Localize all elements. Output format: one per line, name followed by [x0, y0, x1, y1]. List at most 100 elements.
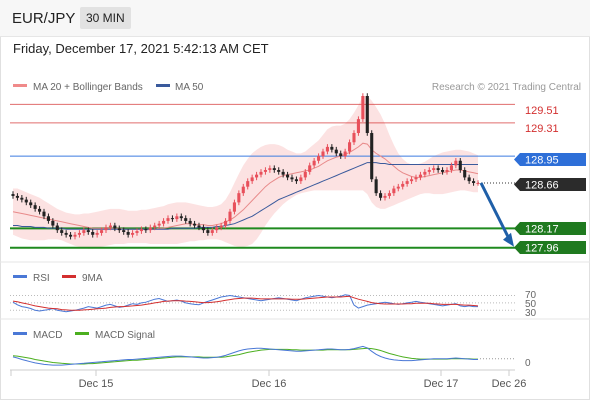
candle-body: [370, 133, 374, 180]
candle-body: [454, 160, 458, 166]
x-tick-label: Dec 16: [252, 378, 287, 390]
candle-body: [104, 227, 108, 231]
candle-body: [268, 168, 272, 171]
candle-body: [418, 174, 422, 178]
candle-body: [392, 188, 396, 194]
candle-body: [343, 151, 347, 157]
candle-body: [228, 211, 232, 221]
candle-body: [11, 194, 15, 196]
macd-legend-swatch: [13, 332, 27, 335]
candle-body: [108, 225, 112, 228]
candle-body: [427, 170, 431, 172]
candle-body: [95, 232, 99, 235]
price-chart: MA 20 + Bollinger Bands MA 50 Research ©…: [0, 82, 590, 390]
candle-body: [33, 205, 37, 209]
candle-body: [401, 183, 405, 187]
candle-body: [157, 223, 161, 226]
candle-body: [286, 174, 290, 178]
macd-zero-label: 0: [525, 358, 531, 369]
signal-legend-label: MACD Signal: [95, 330, 155, 341]
candle-body: [458, 160, 462, 171]
candle-body: [38, 208, 42, 212]
macd-legend-label: MACD: [33, 330, 62, 341]
x-tick-label: Dec 26: [492, 378, 527, 390]
candle-body: [299, 177, 303, 182]
candle-body: [135, 231, 139, 233]
candle-body: [100, 230, 104, 233]
candle-body: [188, 220, 192, 224]
candle-body: [246, 181, 250, 187]
candle-body: [15, 195, 19, 198]
candle-body: [73, 234, 77, 237]
candle-body: [294, 179, 298, 182]
x-tick-label: Dec 17: [424, 378, 459, 390]
candle-body: [20, 197, 24, 200]
candle-body: [126, 232, 130, 235]
candle-body: [303, 171, 307, 178]
candle-body: [201, 227, 205, 231]
candle-body: [379, 193, 383, 198]
ma20-legend-swatch: [13, 84, 27, 87]
candle-body: [472, 181, 476, 183]
x-tick-label: Dec 15: [79, 378, 114, 390]
candle-body: [144, 229, 148, 231]
candle-body: [263, 170, 267, 172]
candle-body: [60, 230, 64, 233]
candle-body: [46, 216, 50, 221]
candle-body: [148, 227, 152, 231]
price-pane: [10, 93, 515, 249]
ma20-legend-label: MA 20 + Bollinger Bands: [33, 82, 143, 93]
candle-body: [91, 232, 95, 235]
candle-body: [272, 168, 276, 171]
candle-body: [206, 230, 210, 233]
candle-body: [312, 160, 316, 166]
candle-body: [184, 218, 188, 221]
candle-body: [215, 227, 219, 231]
candle-body: [348, 142, 352, 152]
candle-body: [405, 181, 409, 184]
candle-body: [210, 230, 214, 233]
candle-body: [250, 177, 254, 182]
candle-body: [467, 177, 471, 182]
candle-body: [387, 193, 391, 196]
candle-body: [365, 96, 369, 134]
candle-body: [224, 220, 228, 226]
candle-body: [153, 225, 157, 228]
ma50-legend-label: MA 50: [175, 82, 204, 93]
candle-body: [69, 234, 73, 237]
candle-body: [396, 186, 400, 189]
candle-body: [423, 171, 427, 175]
candle-body: [82, 230, 86, 233]
candle-body: [86, 230, 90, 233]
candle-body: [308, 165, 312, 172]
candle-body: [441, 170, 445, 172]
credit-label: Research © 2021 Trading Central: [432, 82, 581, 93]
candle-body: [219, 225, 223, 228]
candle-body: [259, 171, 263, 175]
rsi-legend-label: RSI: [33, 273, 50, 284]
candle-body: [122, 230, 126, 233]
macd-pane: [12, 345, 515, 366]
candle-body: [352, 133, 356, 143]
candle-body: [29, 202, 33, 206]
candle-body: [113, 225, 117, 229]
support-2-label: 127.96: [525, 243, 559, 255]
candle-body: [445, 170, 449, 172]
candle-body: [463, 170, 467, 178]
candle-body: [281, 171, 285, 175]
rsi-level-30: 30: [525, 308, 537, 319]
candle-body: [175, 216, 179, 220]
candle-body: [476, 182, 480, 184]
candle-body: [55, 225, 59, 231]
rsi-ma-legend-label: 9MA: [82, 273, 103, 284]
candle-body: [232, 202, 236, 212]
candle-body: [117, 228, 121, 231]
candle-body: [356, 119, 360, 134]
support-1-label: 128.17: [525, 224, 559, 236]
candle-body: [410, 179, 414, 182]
candle-body: [321, 151, 325, 157]
candle-body: [432, 168, 436, 171]
macd-line: [12, 345, 478, 366]
candle-body: [42, 211, 46, 217]
candle-body: [330, 146, 334, 150]
